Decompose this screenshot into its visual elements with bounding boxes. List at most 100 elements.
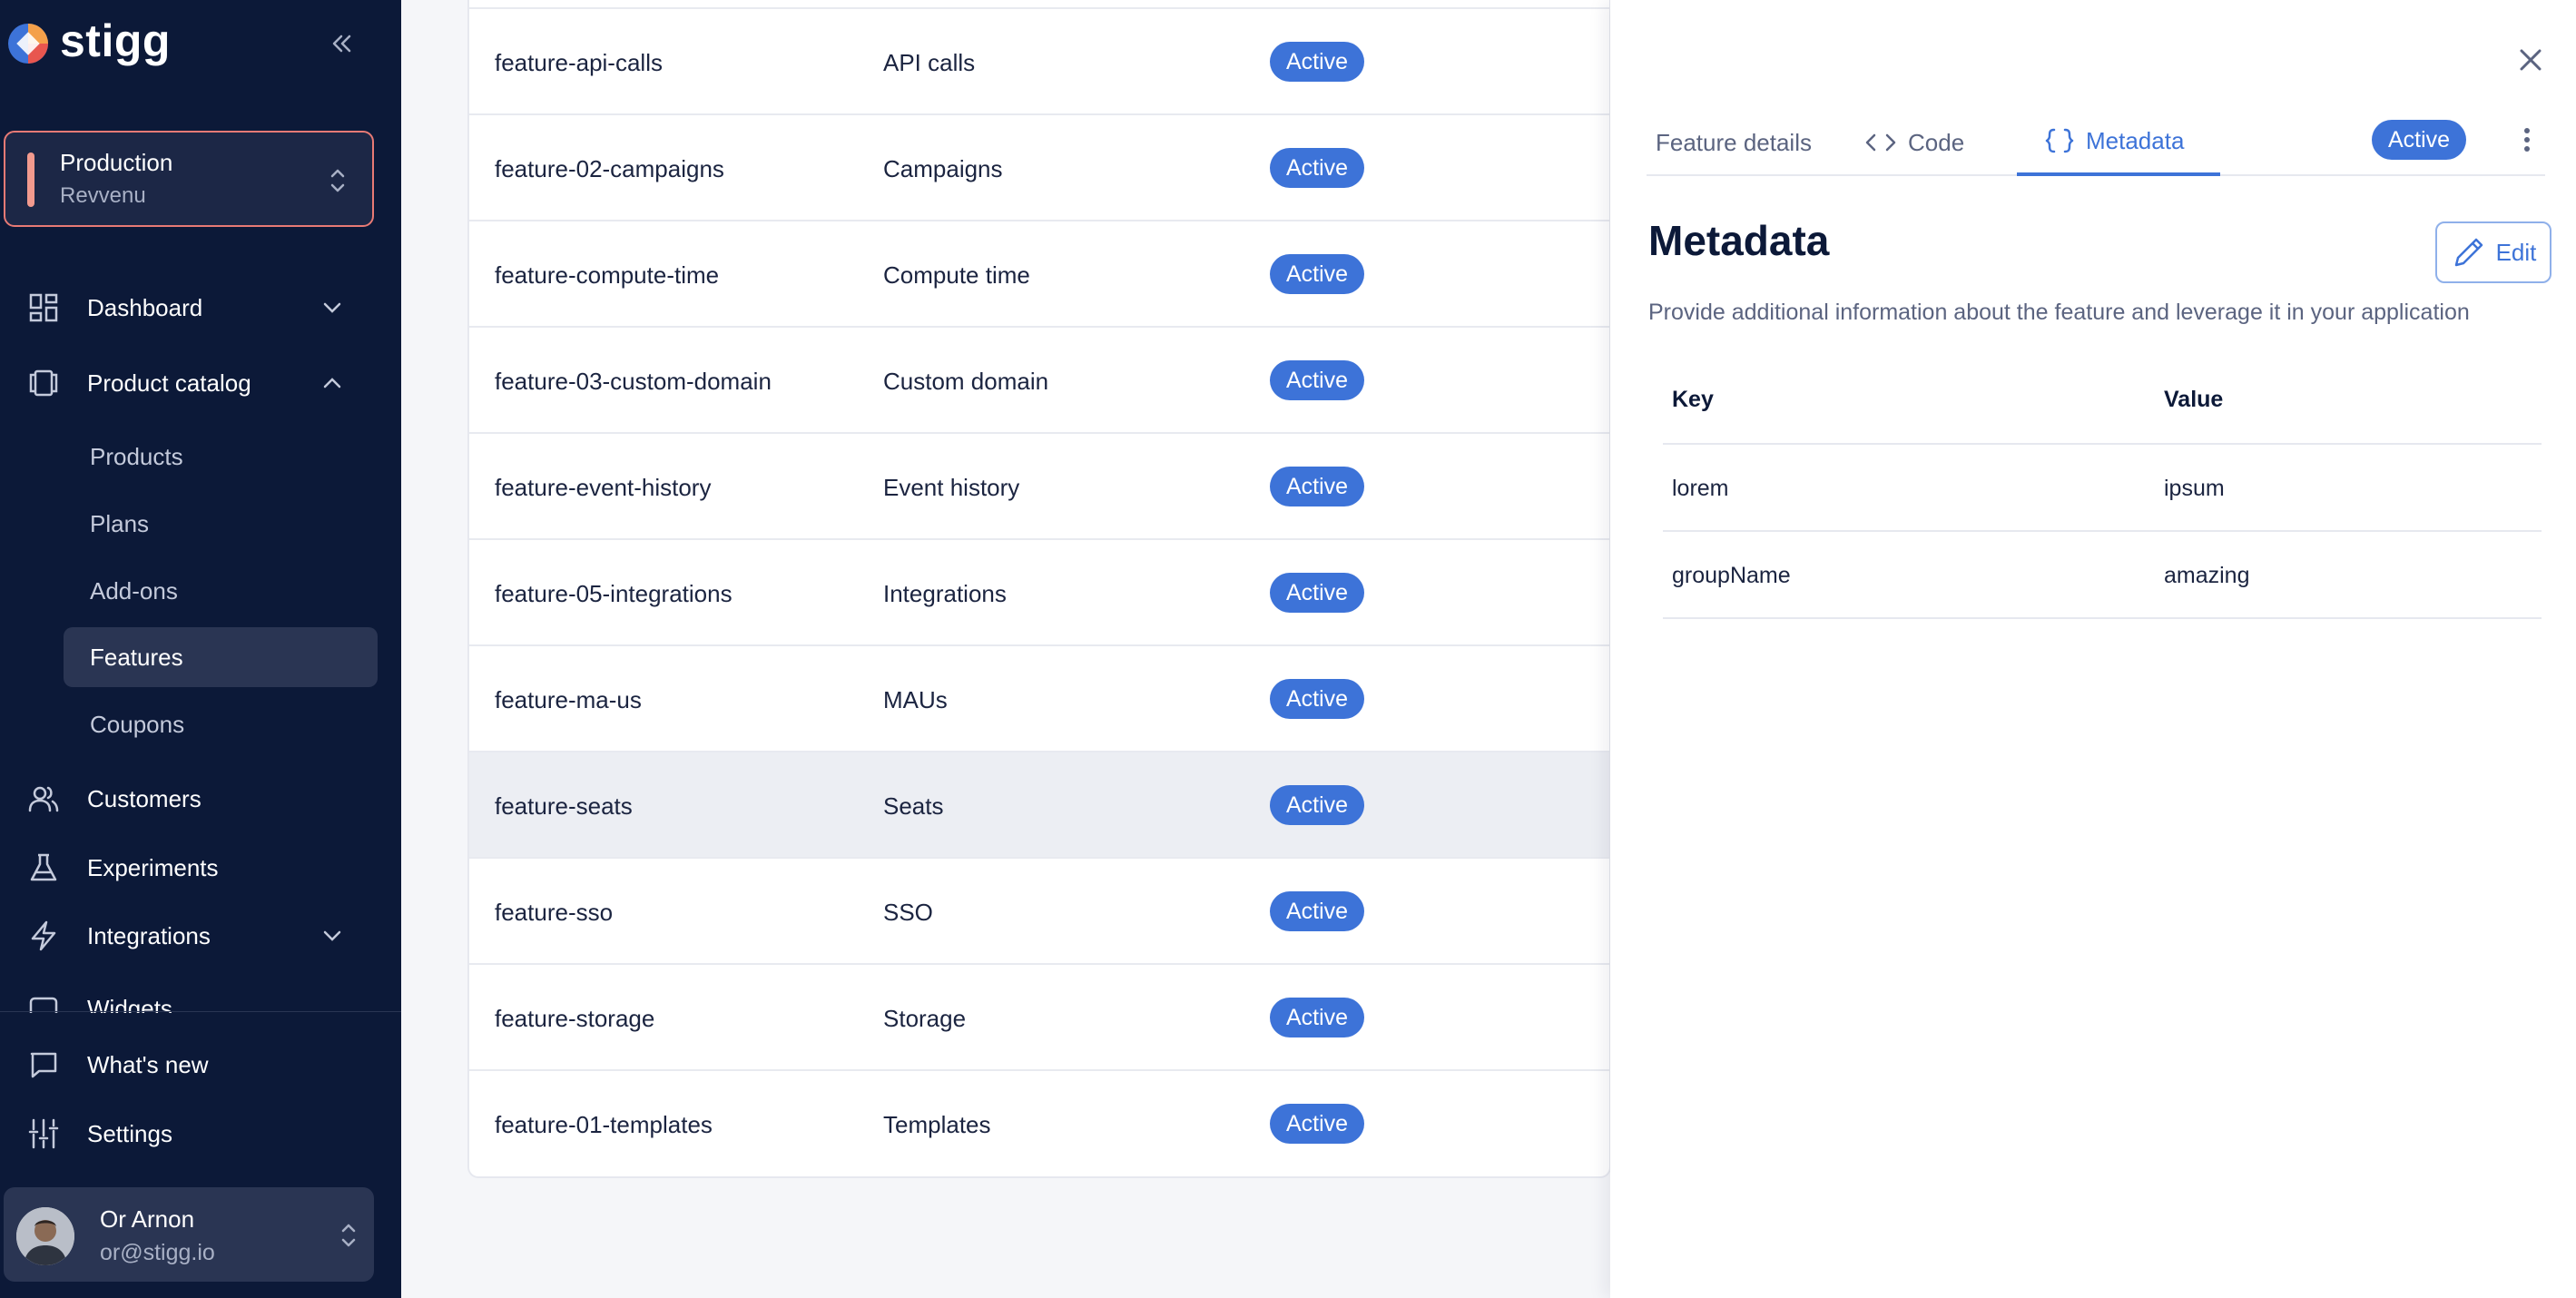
edit-metadata-button[interactable]: Edit	[2435, 221, 2551, 283]
brand-name: stigg	[60, 15, 171, 66]
nav-whats-new[interactable]: What's new	[0, 1037, 401, 1093]
nav-sub-products-label: Products	[90, 442, 183, 470]
tab-code-label: Code	[1908, 128, 1965, 156]
feature-id: feature-ma-us	[495, 686, 642, 713]
status-badge: Active	[1270, 360, 1365, 400]
sidebar: stigg Production Revvenu Dashboard Produ…	[0, 0, 401, 1298]
feature-name: Event history	[883, 474, 1020, 501]
nav-whats-new-label: What's new	[87, 1050, 209, 1078]
nav-experiments-label: Experiments	[87, 853, 219, 881]
status-badge: Active	[1270, 467, 1365, 506]
users-icon	[25, 781, 62, 817]
table-row[interactable]: feature-ma-us MAUs Active	[469, 644, 1609, 751]
nav-sub-features[interactable]: Features	[64, 627, 378, 687]
metadata-title: Metadata	[1648, 217, 1830, 264]
user-email: or@stigg.io	[100, 1240, 215, 1265]
tab-metadata-label: Metadata	[2086, 126, 2185, 154]
table-row[interactable]: feature-compute-time Compute time Active	[469, 220, 1609, 326]
more-options-button[interactable]	[2509, 122, 2545, 158]
kebab-menu-icon	[2524, 128, 2530, 152]
nav-dashboard-label: Dashboard	[87, 293, 203, 321]
collapse-sidebar-button[interactable]	[325, 27, 358, 60]
status-badge: Active	[1270, 679, 1365, 719]
feature-id: feature-03-custom-domain	[495, 368, 772, 395]
feature-name: Compute time	[883, 261, 1030, 289]
close-icon	[2520, 49, 2542, 71]
table-row[interactable]: feature-sso SSO Active	[469, 857, 1609, 963]
chevron-down-icon	[318, 921, 347, 950]
chevron-up-icon	[318, 369, 347, 398]
nav-product-catalog[interactable]: Product catalog	[0, 355, 401, 411]
tab-metadata[interactable]: Metadata	[2017, 109, 2220, 176]
edit-label: Edit	[2495, 238, 2537, 266]
tab-code[interactable]: Code	[1857, 109, 1971, 176]
table-row-selected[interactable]: feature-seats Seats Active	[469, 751, 1609, 857]
flask-icon	[25, 850, 62, 886]
nav-customers[interactable]: Customers	[0, 771, 401, 827]
value-column-header: Value	[2164, 387, 2224, 412]
stigg-logo-icon	[8, 24, 48, 64]
environment-name: Production	[60, 149, 173, 176]
nav-product-catalog-label: Product catalog	[87, 369, 251, 397]
metadata-key: groupName	[1672, 563, 1791, 588]
feature-id: feature-seats	[495, 792, 633, 820]
chevron-updown-icon	[341, 1224, 356, 1247]
feature-id: feature-05-integrations	[495, 580, 732, 607]
nav-settings-label: Settings	[87, 1119, 172, 1147]
feature-name: MAUs	[883, 686, 948, 713]
nav-integrations-label: Integrations	[87, 921, 211, 949]
nav-sub-coupons[interactable]: Coupons	[64, 694, 378, 754]
braces-icon	[2045, 128, 2074, 153]
tab-feature-details[interactable]: Feature details	[1648, 109, 1819, 176]
table-row[interactable]: feature-02-campaigns Campaigns Active	[469, 113, 1609, 220]
feature-name: Storage	[883, 1005, 967, 1032]
environment-switcher[interactable]: Production Revvenu	[4, 131, 374, 227]
nav-settings[interactable]: Settings	[0, 1106, 401, 1162]
feature-drawer: Feature details Code Metadata Active Met…	[1610, 0, 2576, 1298]
nav-customers-label: Customers	[87, 784, 202, 812]
metadata-value: amazing	[2164, 563, 2250, 588]
nav-sub-plans-label: Plans	[90, 509, 150, 537]
feature-name: Seats	[883, 792, 944, 820]
status-badge: Active	[1270, 1104, 1365, 1144]
table-row[interactable]: feature-api-calls API calls Active	[469, 7, 1609, 113]
environment-color-indicator	[27, 152, 34, 207]
table-row[interactable]: feature-01-templates Templates Active	[469, 1069, 1609, 1175]
metadata-table-header: Key Value	[1663, 372, 2542, 445]
stigg-logo[interactable]: stigg	[5, 15, 171, 67]
nav-sub-products[interactable]: Products	[64, 427, 378, 487]
feature-id: feature-01-templates	[495, 1111, 713, 1138]
metadata-key: lorem	[1672, 476, 1729, 501]
table-row[interactable]: feature-storage Storage Active	[469, 963, 1609, 1069]
table-row[interactable]: feature-05-integrations Integrations Act…	[469, 538, 1609, 644]
message-icon	[25, 1047, 62, 1083]
code-icon	[1865, 133, 1896, 152]
feature-name: API calls	[883, 49, 976, 76]
lightning-icon	[25, 918, 62, 954]
nav-experiments[interactable]: Experiments	[0, 840, 401, 896]
feature-name: Campaigns	[883, 155, 1003, 182]
feature-name: SSO	[883, 899, 933, 926]
user-menu[interactable]: Or Arnon or@stigg.io	[4, 1187, 374, 1282]
features-table: feature-api-calls API calls Active featu…	[467, 0, 1611, 1178]
close-drawer-button[interactable]	[2511, 40, 2551, 80]
feature-name: Custom domain	[883, 368, 1049, 395]
nav-dashboard[interactable]: Dashboard	[0, 280, 401, 336]
environment-org: Revvenu	[60, 183, 146, 208]
feature-name: Templates	[883, 1111, 991, 1138]
chevron-updown-icon	[330, 169, 345, 192]
status-badge: Active	[1270, 785, 1365, 825]
table-row[interactable]: feature-03-custom-domain Custom domain A…	[469, 326, 1609, 432]
sliders-icon	[25, 1116, 62, 1152]
nav-sub-add-ons[interactable]: Add-ons	[64, 561, 378, 621]
status-badge: Active	[1270, 891, 1365, 931]
nav-integrations[interactable]: Integrations	[0, 908, 401, 964]
nav-sub-plans[interactable]: Plans	[64, 494, 378, 554]
feature-id: feature-sso	[495, 899, 614, 926]
table-row[interactable]: feature-event-history Event history Acti…	[469, 432, 1609, 538]
nav-sub-add-ons-label: Add-ons	[90, 576, 178, 605]
nav-sub-features-label: Features	[90, 643, 183, 671]
metadata-description: Provide additional information about the…	[1648, 300, 2470, 325]
dashboard-icon	[25, 290, 62, 326]
feature-id: feature-compute-time	[495, 261, 720, 289]
